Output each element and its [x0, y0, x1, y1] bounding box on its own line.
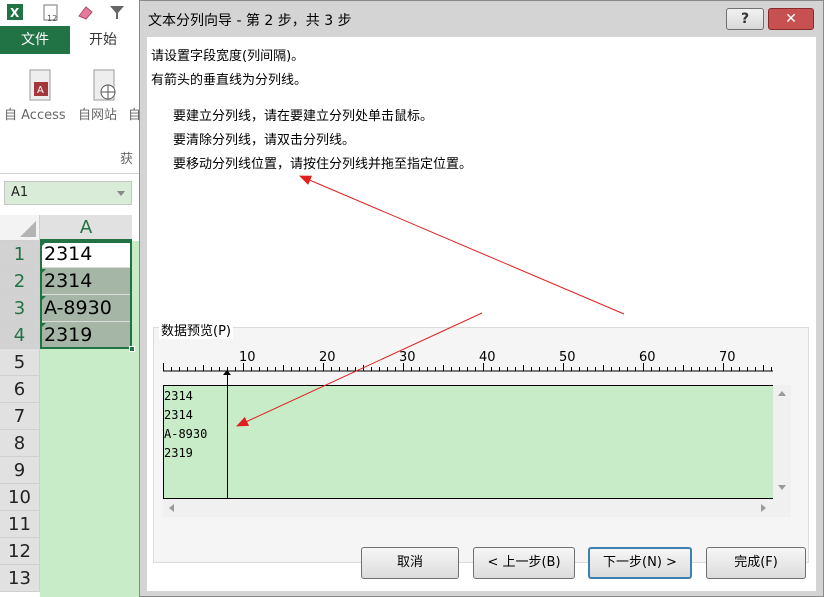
- from-web-label: 自网站: [78, 108, 118, 123]
- corner-triangle-icon: [20, 221, 36, 237]
- cell-a4[interactable]: 2319: [40, 322, 132, 349]
- row-header[interactable]: 8: [0, 430, 40, 457]
- column-ruler[interactable]: 10 20 30 40 50 60 70: [163, 349, 773, 373]
- row-header[interactable]: 1: [0, 241, 40, 268]
- from-access-label: 自 Access: [4, 108, 66, 123]
- finish-button[interactable]: 完成(F): [706, 547, 806, 579]
- cell-value: 2319: [44, 324, 93, 346]
- text-number-warning-icon: [41, 269, 46, 274]
- text-number-warning-icon: [41, 323, 46, 328]
- close-icon: ✕: [785, 11, 797, 27]
- ruler-label: 20: [319, 350, 336, 365]
- save-icon[interactable]: 12: [42, 3, 60, 21]
- svg-text:A: A: [37, 85, 44, 96]
- help-button[interactable]: ?: [726, 8, 764, 30]
- name-box[interactable]: A1: [4, 181, 132, 205]
- cell-a3[interactable]: A-8930: [40, 295, 132, 322]
- column-header-a[interactable]: A: [40, 215, 132, 241]
- ribbon-tabs: 文件 开始: [0, 26, 140, 54]
- preview-line: 2314: [164, 408, 193, 422]
- intro-line-1: 请设置字段宽度(列间隔)。: [151, 49, 305, 64]
- help-icon: ?: [740, 11, 750, 27]
- close-button[interactable]: ✕: [768, 8, 814, 30]
- preview-horizontal-scrollbar[interactable]: [163, 499, 791, 517]
- dialog-body: 请设置字段宽度(列间隔)。 有箭头的垂直线为分列线。 要建立分列线，请在要建立分…: [147, 37, 816, 591]
- instruction-create: 要建立分列线，请在要建立分列处单击鼠标。: [173, 109, 434, 124]
- row-header[interactable]: 13: [0, 565, 40, 592]
- row-header[interactable]: 11: [0, 511, 40, 538]
- select-all-corner[interactable]: [0, 215, 40, 241]
- row-header[interactable]: 12: [0, 538, 40, 565]
- preview-vertical-scrollbar[interactable]: [773, 385, 791, 499]
- row-header[interactable]: 3: [0, 295, 40, 322]
- scroll-down-icon[interactable]: [778, 485, 786, 490]
- ruler-label: 10: [239, 350, 256, 365]
- back-button[interactable]: < 上一步(B): [473, 547, 575, 579]
- data-preview-label: 数据预览(P): [159, 320, 233, 339]
- data-preview-area[interactable]: 2314 2314 A-8930 2319: [163, 385, 773, 499]
- ribbon-panel: A 自 Access 自网站 自 获: [0, 54, 141, 174]
- tab-file[interactable]: 文件: [0, 26, 70, 54]
- access-database-icon: A: [29, 69, 51, 101]
- instruction-move: 要移动分列线位置，请按住分列线并拖至指定位置。: [173, 157, 473, 172]
- next-button[interactable]: 下一步(N) >: [588, 547, 692, 579]
- text-number-warning-icon: [41, 296, 46, 301]
- svg-text:12: 12: [47, 14, 57, 21]
- scroll-up-icon[interactable]: [778, 391, 786, 396]
- quick-access-toolbar: X 12: [0, 0, 140, 26]
- scroll-right-icon[interactable]: [761, 504, 766, 512]
- row-header[interactable]: 10: [0, 484, 40, 511]
- dialog-title: 文本分列向导 - 第 2 步，共 3 步: [148, 13, 352, 29]
- ruler-label: 40: [479, 350, 496, 365]
- ruler-ticks: 10 20 30 40 50 60 70: [163, 350, 773, 372]
- scroll-left-icon[interactable]: [169, 504, 174, 512]
- column-break-line[interactable]: [227, 371, 228, 499]
- svg-text:X: X: [10, 6, 20, 20]
- ruler-label: 30: [399, 350, 416, 365]
- filter-icon[interactable]: [108, 3, 126, 21]
- text-to-columns-dialog: 文本分列向导 - 第 2 步，共 3 步 ? ✕ 请设置字段宽度(列间隔)。 有…: [139, 0, 824, 597]
- cell-value: 2314: [44, 270, 93, 292]
- row-header[interactable]: 6: [0, 376, 40, 403]
- row-header[interactable]: 5: [0, 349, 40, 376]
- cancel-button[interactable]: 取消: [361, 547, 459, 579]
- row-header[interactable]: 2: [0, 268, 40, 295]
- column-break-arrow-icon[interactable]: [223, 370, 231, 375]
- row-header[interactable]: 7: [0, 403, 40, 430]
- name-box-value: A1: [11, 185, 29, 200]
- dialog-titlebar[interactable]: 文本分列向导 - 第 2 步，共 3 步 ? ✕: [140, 1, 823, 37]
- preview-line: A-8930: [164, 427, 208, 441]
- row-header[interactable]: 4: [0, 322, 40, 349]
- text-number-warning-icon: [41, 242, 46, 247]
- cell-a1[interactable]: 2314: [40, 241, 132, 268]
- instruction-clear: 要清除分列线，请双击分列线。: [173, 133, 356, 148]
- intro-line-2: 有箭头的垂直线为分列线。: [151, 73, 308, 88]
- preview-line: 2314: [164, 389, 193, 403]
- tab-home[interactable]: 开始: [78, 26, 128, 54]
- ruler-label: 50: [559, 350, 576, 365]
- ribbon-group-label: 获: [120, 152, 134, 167]
- ruler-label: 60: [639, 350, 656, 365]
- ruler-label: 70: [719, 350, 736, 365]
- cell-value: A-8930: [44, 297, 112, 319]
- cell-value: 2314: [44, 243, 93, 265]
- row-header[interactable]: 9: [0, 457, 40, 484]
- fill-handle[interactable]: [129, 346, 135, 352]
- excel-logo-icon: X: [7, 4, 23, 20]
- web-globe-icon: [93, 69, 116, 101]
- preview-line: 2319: [164, 446, 193, 460]
- eraser-icon[interactable]: [76, 3, 94, 21]
- chevron-down-icon[interactable]: [117, 191, 125, 196]
- cell-a2[interactable]: 2314: [40, 268, 132, 295]
